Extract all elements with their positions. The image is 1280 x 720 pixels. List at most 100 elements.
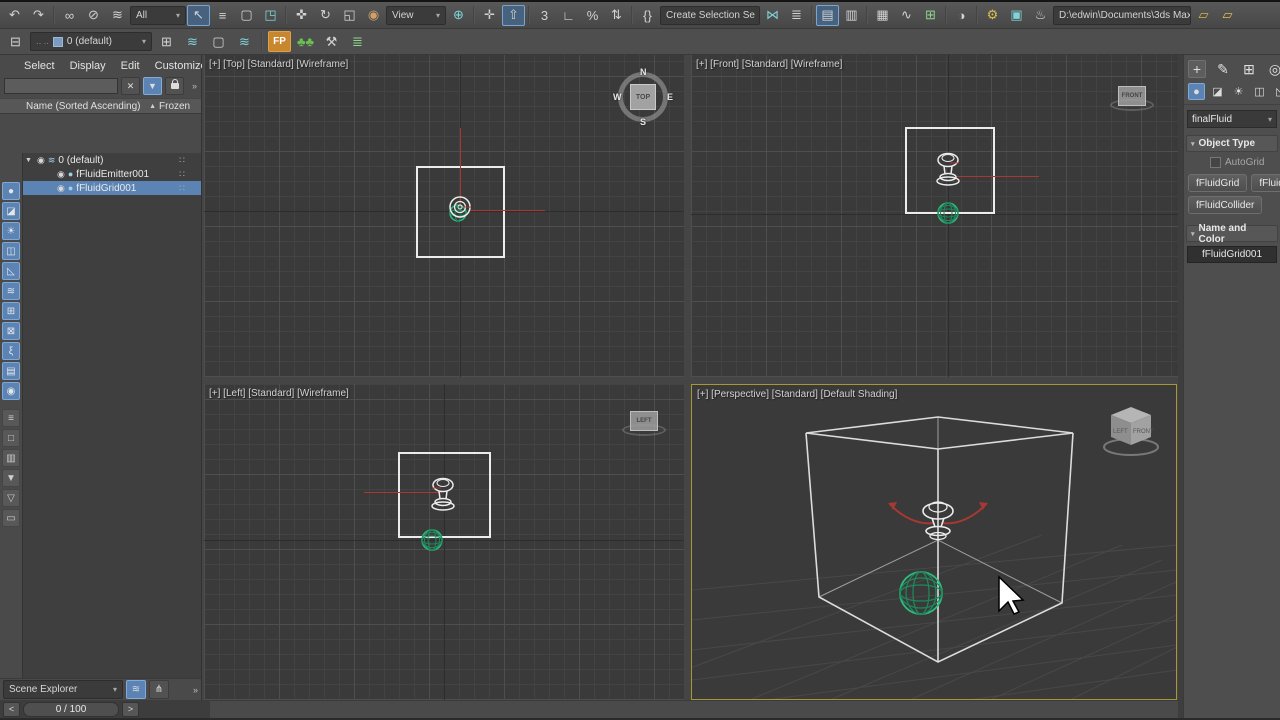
filter-settings-icon[interactable]: ▼ <box>2 469 20 487</box>
toggle-layer-explorer-icon[interactable]: ▥ ▾ <box>840 5 863 26</box>
mirror-icon[interactable]: ⋈ ▾ <box>761 5 784 26</box>
compass-south[interactable]: S <box>640 117 646 127</box>
view-detail-icon[interactable]: ▥ <box>2 449 20 467</box>
helpers-category-icon[interactable]: ◺ <box>1272 83 1280 100</box>
select-object-icon[interactable]: ↖ ▾ <box>187 5 210 26</box>
plugin-tools-icon[interactable]: ⚒ <box>320 31 343 52</box>
clear-search-icon[interactable]: ✕ <box>121 77 140 95</box>
toggle-scene-explorer-icon[interactable]: ▤ ▾ <box>816 5 839 26</box>
geometry-category-icon[interactable]: ● <box>1188 83 1205 100</box>
cameras-category-icon[interactable]: ◫ <box>1251 83 1268 100</box>
bind-to-space-warp-icon[interactable]: ≋ ▾ <box>106 5 129 26</box>
viewport-left[interactable]: [+] [Left] [Standard] [Wireframe] LEFT <box>204 384 684 700</box>
motion-tab[interactable]: ◎ <box>1266 60 1280 78</box>
visibility-eye-icon[interactable]: ◉ <box>57 169 65 180</box>
angle-snap-icon[interactable]: ∟ ▾ <box>557 5 580 26</box>
expander-icon[interactable]: ▼ <box>25 157 34 164</box>
row-ffluidemitter001[interactable]: ◉ ● fFluidEmitter001 ∷ <box>23 167 201 181</box>
select-by-name-icon[interactable]: ≡ ▾ <box>211 5 234 26</box>
lock-icon[interactable] <box>165 77 184 95</box>
frozen-toggle-icon[interactable]: ∷ <box>163 155 201 166</box>
plugin-list-icon[interactable]: ≣ <box>346 31 369 52</box>
unlink-selection-icon[interactable]: ⊘ ▾ <box>82 5 105 26</box>
frozen-toggle-icon[interactable]: ∷ <box>163 183 201 194</box>
autogrid-checkbox[interactable] <box>1210 157 1221 168</box>
sort-by-layer-icon[interactable]: ≋ <box>126 680 146 699</box>
trees-plugin-icon[interactable]: ♣♣ <box>294 31 317 52</box>
layer-dropdown[interactable]: ‥ ‥ 0 (default) ▾ <box>30 32 152 51</box>
fluid-emitter[interactable] <box>934 151 962 189</box>
display-shapes-icon[interactable]: ◪ <box>2 202 20 220</box>
compass-east[interactable]: E <box>667 92 673 102</box>
align-icon[interactable]: ≣ ▾ <box>785 5 808 26</box>
toolbar-separator[interactable]: ▾ <box>53 6 55 24</box>
filter-selection-icon[interactable]: ▼ <box>143 77 162 95</box>
render-production-icon[interactable]: ♨ ▾ <box>1029 5 1052 26</box>
overflow-chevrons-icon[interactable]: » <box>193 685 198 695</box>
ffluidemitter-button[interactable]: fFluidEmitter <box>1251 174 1280 192</box>
archive-icon[interactable]: ▭ <box>2 509 20 527</box>
filter-icon[interactable]: ▽ <box>2 489 20 507</box>
selection-region-icon[interactable]: ▢ ▾ <box>235 5 258 26</box>
toolbar-separator[interactable]: ▾ <box>866 6 868 24</box>
object-class-dropdown[interactable]: finalFluid ▾ <box>1187 110 1277 128</box>
shapes-category-icon[interactable]: ◪ <box>1209 83 1226 100</box>
viewport-front[interactable]: [+] [Front] [Standard] [Wireframe] FRONT <box>691 55 1178 377</box>
viewport-label[interactable]: [+] [Left] [Standard] [Wireframe] <box>209 388 349 399</box>
lights-category-icon[interactable]: ☀ <box>1230 83 1247 100</box>
overflow-chevrons-icon[interactable]: » <box>192 81 197 91</box>
named-selection-dropdown[interactable]: Create Selection Se ▾ <box>660 6 760 25</box>
display-containers-icon[interactable]: ▤ <box>2 362 20 380</box>
row-layer-0-default[interactable]: ▼ ◉ ≋ 0 (default) ∷ <box>23 153 201 167</box>
curve-editor-icon[interactable]: ∿ ▾ <box>895 5 918 26</box>
sort-by-hierarchy-icon[interactable]: ⋔ <box>149 680 169 699</box>
display-groups-icon[interactable]: ⊞ <box>2 302 20 320</box>
snap-toggle-3d-icon[interactable]: 3 ▾ <box>533 5 556 26</box>
toolbar-separator[interactable]: ▾ <box>976 6 978 24</box>
viewport-label[interactable]: [+] [Front] [Standard] [Wireframe] <box>696 59 842 70</box>
create-tab[interactable]: + <box>1188 60 1206 78</box>
scene-explorer-menu-item[interactable]: Edit <box>121 60 140 72</box>
rollout-name-and-color[interactable]: ▾ Name and Color <box>1186 225 1278 242</box>
select-link-icon[interactable]: ∞ ▾ <box>58 5 81 26</box>
set-current-layer-icon[interactable]: ≋ <box>233 31 256 52</box>
keyboard-override-icon[interactable]: ⇧ ▾ <box>502 5 525 26</box>
reference-coordinate-dropdown[interactable]: View ▾ <box>386 6 446 25</box>
populate-fp-icon[interactable]: FP <box>268 31 291 52</box>
display-bones-icon[interactable]: ξ <box>2 342 20 360</box>
project-folder-dropdown[interactable]: D:\edwin\Documents\3ds Max 2020 ▾ <box>1053 6 1191 25</box>
render-setup-icon[interactable]: ⚙ ▾ <box>981 5 1004 26</box>
viewport-label[interactable]: [+] [Top] [Standard] [Wireframe] <box>209 59 348 70</box>
scene-explorer-menu-item[interactable]: Display <box>70 60 106 72</box>
viewport-perspective[interactable]: [+] [Perspective] [Standard] [Default Sh… <box>691 384 1177 700</box>
row-ffluidgrid001[interactable]: ◉ ● fFluidGrid001 ∷ <box>23 181 201 195</box>
toolbar-separator[interactable]: ▾ <box>631 6 633 24</box>
viewport-label[interactable]: [+] [Perspective] [Standard] [Default Sh… <box>697 389 897 400</box>
frozen-toggle-icon[interactable]: ∷ <box>163 169 201 180</box>
ffluidgrid-button[interactable]: fFluidGrid <box>1188 174 1247 192</box>
display-lights-icon[interactable]: ☀ <box>2 222 20 240</box>
display-geometry-icon[interactable]: ● <box>2 182 20 200</box>
select-move-icon[interactable]: ✜ ▾ <box>290 5 313 26</box>
column-name[interactable]: Name (Sorted Ascending) <box>26 101 149 112</box>
toolbar-separator[interactable]: ▾ <box>285 6 287 24</box>
display-spacewarps-icon[interactable]: ≋ <box>2 282 20 300</box>
object-name-field[interactable]: fFluidGrid001 <box>1187 246 1277 263</box>
window-crossing-icon[interactable]: ◳ ▾ <box>259 5 282 26</box>
named-selection-sets-icon[interactable]: {} ▾ <box>636 5 659 26</box>
scene-explorer-column-header[interactable]: Name (Sorted Ascending) ▲ Frozen <box>0 98 201 114</box>
search-input[interactable] <box>4 78 118 94</box>
toolbar-separator[interactable]: ▾ <box>473 6 475 24</box>
display-helpers-icon[interactable]: ◺ <box>2 262 20 280</box>
visibility-eye-icon[interactable]: ◉ <box>57 183 65 194</box>
viewcube-face[interactable]: TOP <box>630 84 656 110</box>
use-pivot-center-icon[interactable]: ⊕ ▾ <box>447 5 470 26</box>
set-project-folder-icon[interactable]: ▱ ▾ <box>1192 5 1215 26</box>
redo-icon[interactable]: ↷ ▾ <box>27 5 50 26</box>
display-xrefs-icon[interactable]: ⊠ <box>2 322 20 340</box>
view-list-icon[interactable]: □ <box>2 429 20 447</box>
ffluidcollider-button[interactable]: fFluidCollider <box>1188 196 1262 214</box>
undo-icon[interactable]: ↶ ▾ <box>3 5 26 26</box>
toggle-ribbon-icon[interactable]: ▦ ▾ <box>871 5 894 26</box>
schematic-view-icon[interactable]: ⊞ ▾ <box>919 5 942 26</box>
